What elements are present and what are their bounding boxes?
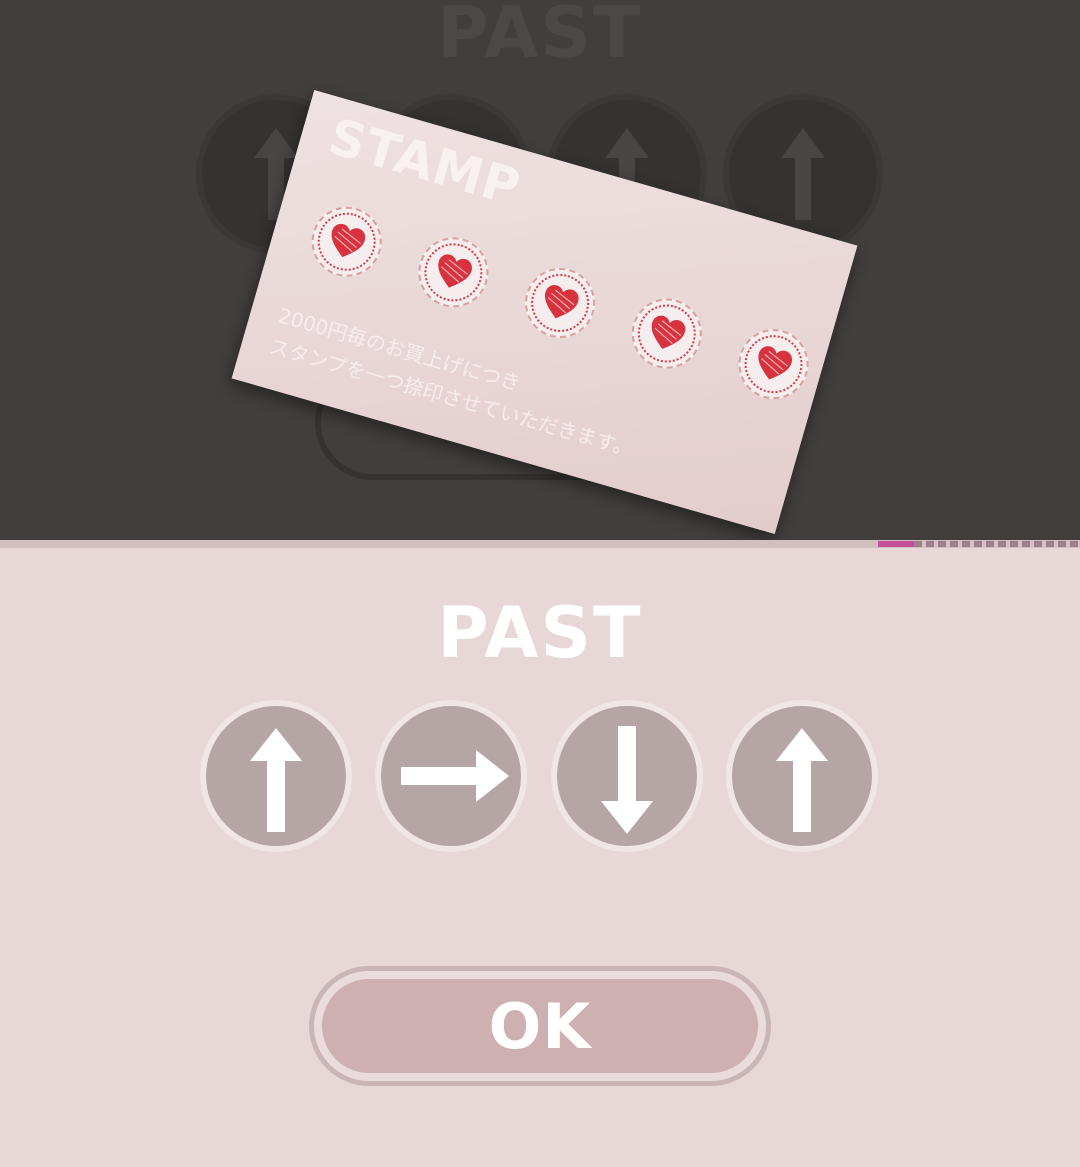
arrow-up-icon bbox=[200, 700, 352, 852]
progress-indicator bbox=[878, 541, 914, 547]
heart-stamp-icon bbox=[516, 259, 604, 347]
heart-stamp-icon bbox=[623, 290, 711, 377]
arrow-up-icon bbox=[726, 700, 878, 852]
panel-title: PAST bbox=[437, 592, 643, 674]
ok-button[interactable]: OK bbox=[309, 966, 771, 1086]
heart-stamp-icon bbox=[730, 320, 817, 408]
heart-stamp-icon bbox=[410, 229, 497, 316]
heart-stamp-icon bbox=[303, 198, 390, 286]
arrow-right-icon bbox=[375, 700, 527, 852]
progress-ticks bbox=[914, 541, 1080, 547]
arrow-down-icon bbox=[551, 700, 703, 852]
dimmed-title: PAST bbox=[437, 0, 643, 74]
dimmed-screen: PAST STAMP 2000円毎のお買上げにつき スタンプを一つ捺印させていた… bbox=[0, 0, 1080, 543]
ok-button-face[interactable]: OK bbox=[322, 979, 758, 1073]
ok-button-label: OK bbox=[488, 989, 592, 1063]
